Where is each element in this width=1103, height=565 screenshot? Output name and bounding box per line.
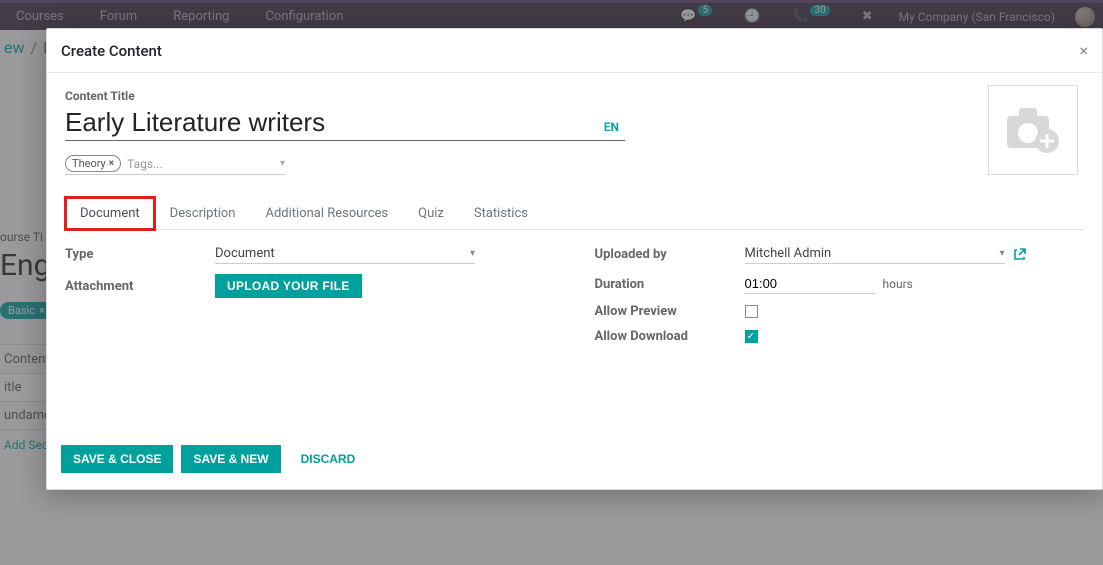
tag-chip-theory[interactable]: Theory × — [65, 155, 121, 172]
language-button[interactable]: EN — [598, 116, 625, 138]
tag-label: Theory — [72, 157, 106, 170]
external-link-icon[interactable] — [1013, 248, 1026, 261]
tab-quiz[interactable]: Quiz — [403, 197, 459, 230]
tags-placeholder: Tags... — [127, 157, 274, 171]
modal-body: Content Title EN Theory × Tags... — [47, 73, 1102, 435]
create-content-modal: Create Content × Content Title EN — [46, 28, 1103, 490]
tags-field[interactable]: Theory × Tags... ▾ — [65, 155, 285, 175]
content-title-label: Content Title — [65, 89, 1084, 103]
uploaded-by-select[interactable]: Mitchell Admin ▾ — [745, 244, 1005, 264]
form-right-col: Uploaded by Mitchell Admin ▾ Duration — [595, 244, 1085, 344]
allow-preview-checkbox[interactable] — [745, 305, 758, 318]
tabs: Document Description Additional Resource… — [65, 197, 1084, 230]
save-close-button[interactable]: SAVE & CLOSE — [61, 445, 173, 473]
uploaded-by-value: Mitchell Admin — [745, 246, 832, 261]
duration-label: Duration — [595, 277, 745, 292]
form-left-col: Type Document ▾ Attachment UPLOAD YOUR F… — [65, 244, 555, 344]
modal-footer: SAVE & CLOSE SAVE & NEW DISCARD — [47, 435, 1102, 489]
chevron-down-icon[interactable]: ▾ — [280, 158, 285, 169]
modal-title: Create Content — [61, 42, 162, 60]
type-select[interactable]: Document ▾ — [215, 244, 475, 264]
tab-description[interactable]: Description — [155, 197, 251, 230]
duration-unit: hours — [883, 277, 913, 291]
tab-document[interactable]: Document — [65, 197, 155, 230]
close-icon[interactable]: × — [109, 158, 114, 169]
chevron-down-icon: ▾ — [999, 248, 1004, 259]
upload-file-button[interactable]: UPLOAD YOUR FILE — [215, 274, 362, 298]
content-title-input[interactable] — [65, 107, 558, 138]
tab-statistics[interactable]: Statistics — [459, 197, 543, 230]
attachment-label: Attachment — [65, 279, 215, 294]
allow-download-checkbox[interactable]: ✓ — [745, 330, 758, 343]
uploaded-by-label: Uploaded by — [595, 247, 745, 262]
duration-input[interactable] — [745, 274, 875, 294]
allow-preview-label: Allow Preview — [595, 304, 745, 319]
chevron-down-icon: ▾ — [470, 248, 475, 259]
content-image-placeholder[interactable] — [988, 85, 1078, 175]
discard-button[interactable]: DISCARD — [289, 445, 368, 473]
tab-additional-resources[interactable]: Additional Resources — [250, 197, 403, 230]
type-value: Document — [215, 246, 275, 261]
allow-download-label: Allow Download — [595, 329, 745, 344]
save-new-button[interactable]: SAVE & NEW — [181, 445, 280, 473]
type-label: Type — [65, 247, 215, 262]
close-icon[interactable]: × — [1079, 41, 1088, 60]
modal-header: Create Content × — [47, 29, 1102, 73]
